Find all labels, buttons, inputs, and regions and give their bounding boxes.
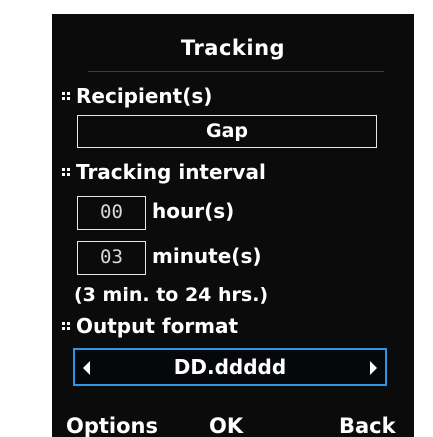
- back-softkey[interactable]: Back: [339, 414, 396, 437]
- square-bullet-icon: [62, 91, 70, 100]
- minutes-unit-label: minute(s): [152, 244, 262, 268]
- hours-field[interactable]: 00: [77, 196, 146, 230]
- recipient-field[interactable]: Gap: [77, 115, 377, 148]
- square-bullet-icon: [62, 167, 70, 176]
- title-divider: [88, 71, 384, 72]
- minutes-field[interactable]: 03: [77, 241, 146, 275]
- tracking-interval-heading: Tracking interval: [62, 160, 266, 184]
- recipients-label: Recipient(s): [76, 84, 213, 108]
- interval-range-note: (3 min. to 24 hrs.): [74, 284, 269, 306]
- device-frame: Tracking Recipient(s) Gap Tracking inter…: [0, 0, 433, 437]
- recipients-heading: Recipient(s): [62, 84, 212, 108]
- tracking-interval-label: Tracking interval: [76, 160, 266, 184]
- ok-softkey[interactable]: OK: [209, 414, 243, 437]
- output-format-selector[interactable]: DD.ddddd: [73, 348, 387, 386]
- screen-title: Tracking: [180, 36, 286, 60]
- triangle-right-icon[interactable]: [370, 361, 377, 375]
- tracking-screen: Tracking Recipient(s) Gap Tracking inter…: [52, 14, 414, 437]
- options-softkey[interactable]: Options: [66, 414, 158, 437]
- softkey-bar: Options OK Back: [52, 414, 414, 437]
- output-format-heading: Output format: [62, 314, 238, 338]
- triangle-left-icon[interactable]: [83, 361, 90, 375]
- output-format-value: DD.ddddd: [173, 355, 287, 379]
- hours-unit-label: hour(s): [152, 199, 235, 223]
- square-bullet-icon: [62, 321, 70, 330]
- output-format-label: Output format: [76, 314, 239, 338]
